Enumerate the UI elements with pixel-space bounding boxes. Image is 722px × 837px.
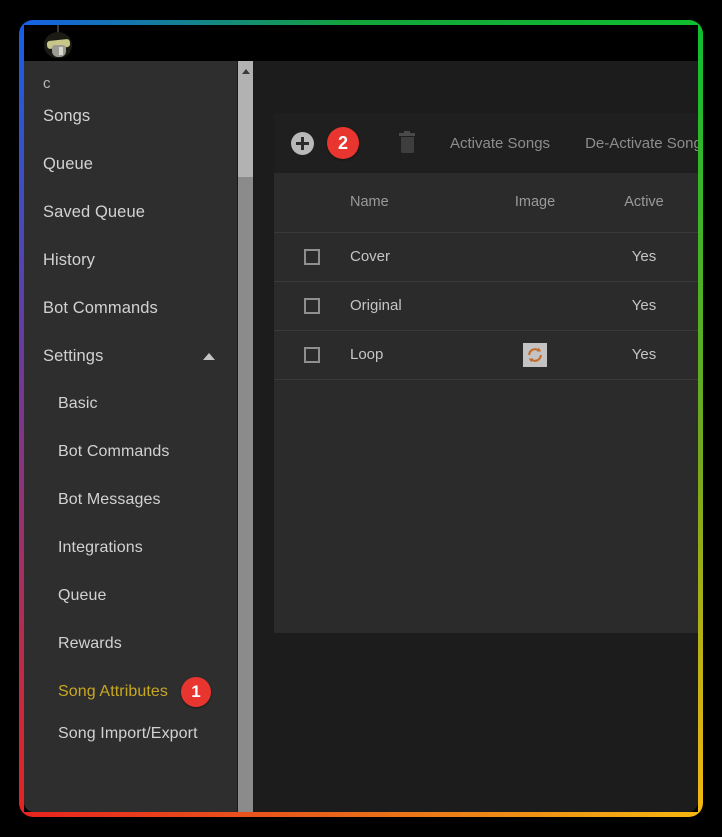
sidebar-item-label: Queue [58,587,107,604]
sidebar-item-label: Bot Commands [58,443,170,460]
sidebar-item-label: Settings [43,346,104,365]
window-topbar [24,25,698,61]
sidebar-item-saved-queue[interactable]: Saved Queue [24,188,237,236]
step-badge-1: 1 [181,677,212,707]
sidebar-scrollbar-thumb[interactable] [238,177,253,812]
sidebar-item-label: Queue [43,154,94,173]
sidebar-truncated-label: c [43,75,51,92]
activate-songs-button[interactable]: Activate Songs [450,135,550,152]
column-header-name: Name [350,173,480,233]
column-header-select [274,173,350,233]
sidebar-item-label: Bot Messages [58,491,161,508]
row-checkbox[interactable] [304,347,320,364]
sidebar-item-settings-bot-commands[interactable]: Bot Commands [24,428,237,476]
sidebar-item-history[interactable]: History [24,236,237,284]
panel-toolbar: 2 Activate Songs De-Activate Songs [274,113,698,173]
helmet-avatar-icon [39,25,77,61]
song-attributes-table: Name Image Active Cover Yes Original Yes… [274,173,698,380]
sidebar-item-settings-queue[interactable]: Queue [24,572,237,620]
delete-button[interactable] [399,131,415,153]
loop-icon [523,342,547,367]
sidebar-item-bot-commands[interactable]: Bot Commands [24,284,237,332]
app-window-frame: c Songs Queue Saved Queue History Bot Co… [19,20,703,817]
sidebar-item-song-attributes[interactable]: Song Attributes 1 [24,668,237,716]
cell-name: Cover [350,232,480,282]
sidebar-item-queue[interactable]: Queue [24,140,237,188]
sidebar-item-label: Song Attributes [58,683,169,700]
row-checkbox[interactable] [304,298,320,315]
table-row[interactable]: Original Yes [274,281,698,331]
sidebar-item-label: Integrations [58,539,143,556]
sidebar-item-label: Rewards [58,635,122,652]
table-row[interactable]: Loop Yes [274,330,698,380]
chevron-up-icon [203,352,215,360]
cell-active: Yes [590,281,698,331]
cell-name: Original [350,281,480,331]
sidebar-item-songs[interactable]: Songs [24,92,237,140]
step-badge-2: 2 [327,127,359,159]
cell-active: Yes [590,232,698,282]
sidebar-item-rewards[interactable]: Rewards [24,620,237,668]
cell-image [480,281,590,331]
song-attributes-panel: 2 Activate Songs De-Activate Songs Name … [274,113,698,633]
sidebar-item-song-import-export[interactable]: Song Import/Export [24,716,237,772]
sidebar-item-bot-messages[interactable]: Bot Messages [24,476,237,524]
cell-image [480,232,590,282]
cell-name: Loop [350,330,480,380]
sidebar-item-label: History [43,250,96,269]
table-row[interactable]: Cover Yes [274,232,698,282]
cell-active: Yes [590,330,698,380]
scroll-up-arrow-icon[interactable] [242,69,250,74]
deactivate-songs-button[interactable]: De-Activate Songs [585,135,698,152]
sidebar-item-label: Song Import/Export [58,725,198,742]
table-header-row: Name Image Active [274,173,698,233]
add-attribute-button[interactable] [291,131,314,155]
sidebar-scroll-area: c Songs Queue Saved Queue History Bot Co… [24,61,237,812]
sidebar-item-label: Saved Queue [43,202,146,221]
app-window-inner: c Songs Queue Saved Queue History Bot Co… [24,25,698,812]
column-header-image: Image [480,173,590,233]
sidebar: c Songs Queue Saved Queue History Bot Co… [24,61,254,812]
sidebar-scrollbar-track[interactable] [238,61,253,177]
sidebar-item-basic[interactable]: Basic [24,380,237,428]
sidebar-item-label: Basic [58,395,98,412]
sidebar-item-label: Songs [43,106,91,125]
sidebar-item-integrations[interactable]: Integrations [24,524,237,572]
row-checkbox[interactable] [304,249,320,266]
sidebar-scrollbar[interactable] [237,61,254,812]
sidebar-item-label: Bot Commands [43,298,158,317]
main-content: 2 Activate Songs De-Activate Songs Name … [254,61,698,812]
sidebar-item-settings[interactable]: Settings [24,332,237,380]
column-header-active: Active [590,173,698,233]
